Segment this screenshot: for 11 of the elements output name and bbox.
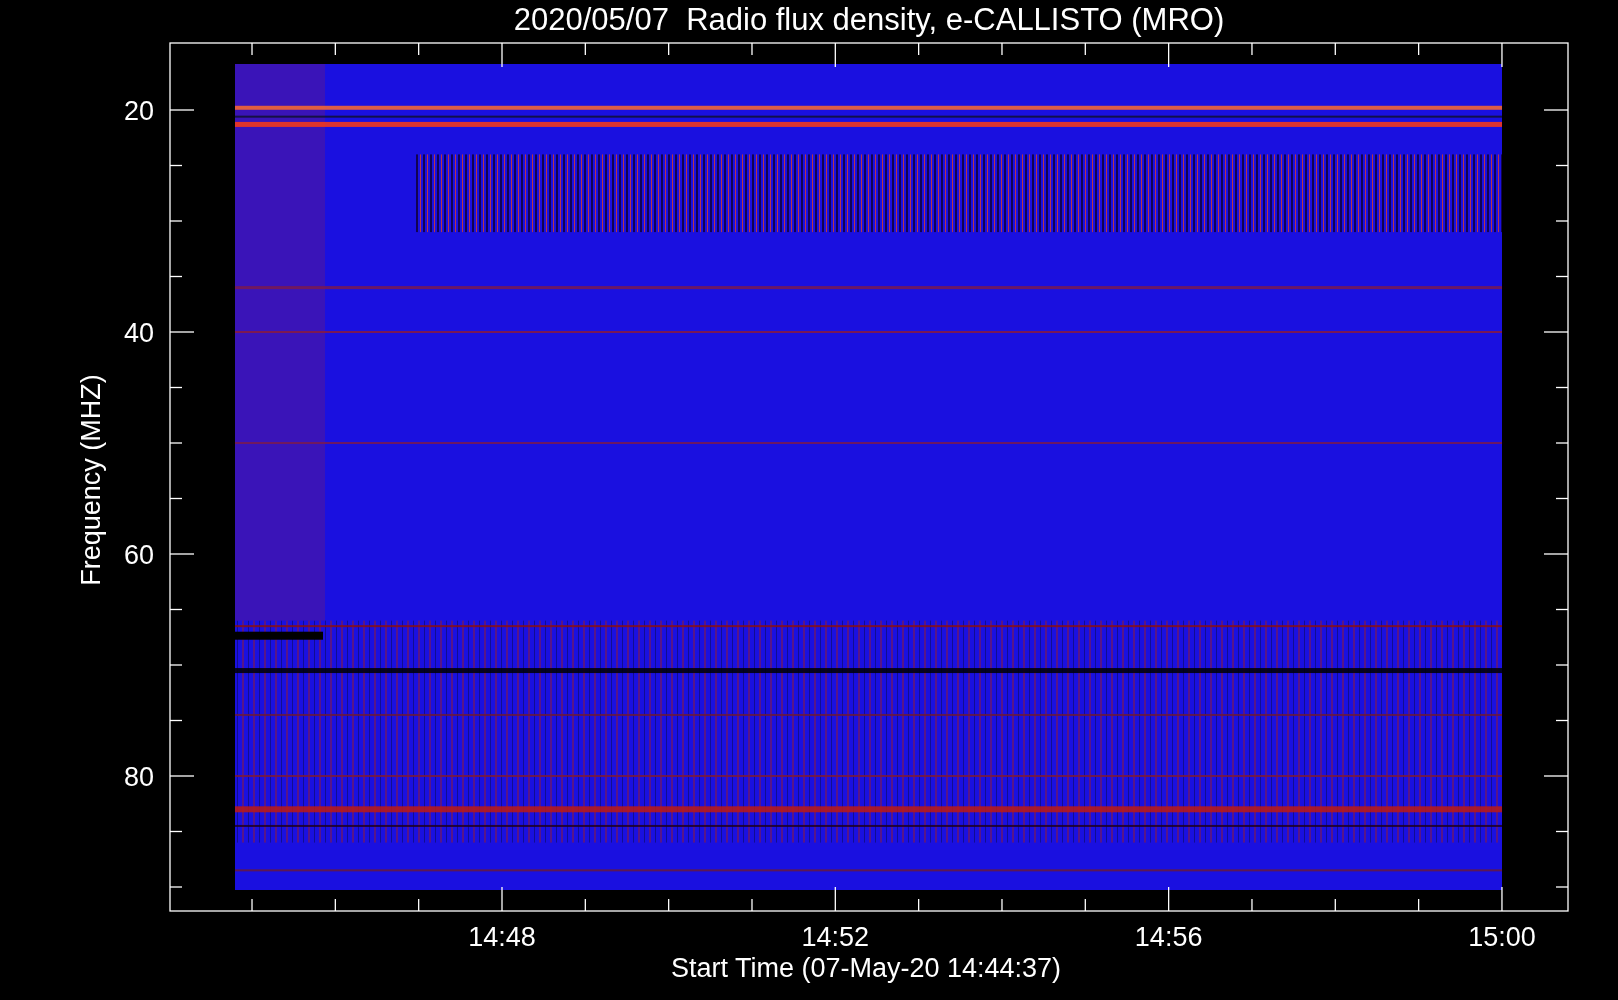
tick-label: 15:00 [1468,922,1536,952]
tick-label: 40 [123,318,154,348]
axis-label: Start Time (07-May-20 14:44:37) [670,953,1062,983]
tick-label: 14:56 [1134,922,1203,952]
tick-label: 14:48 [468,922,536,952]
axis-label: Frequency (MHZ) [76,374,106,586]
tick-label: 20 [123,96,154,126]
chart-title: 2020/05/07 Radio flux density, e-CALLISTO (MRO) [513,2,1225,37]
tick-label: 80 [123,762,154,792]
tick-label: 14:52 [801,922,870,952]
tick-label: 60 [123,540,154,570]
